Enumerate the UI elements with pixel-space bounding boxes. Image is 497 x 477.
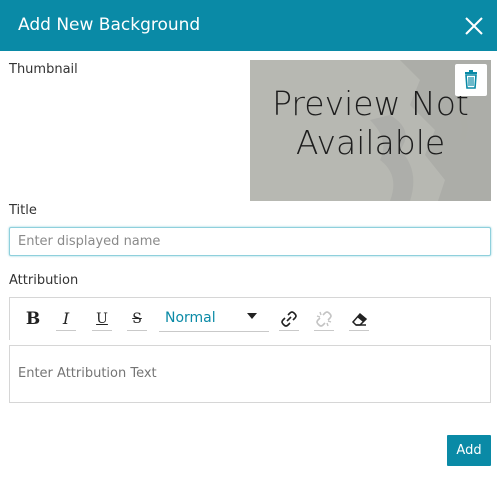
bold-button[interactable]: B — [19, 307, 47, 331]
title-label: Title — [9, 203, 37, 218]
add-background-dialog: Add New Background Thumbnail Preview Not… — [0, 0, 497, 477]
unlink-button[interactable] — [310, 307, 338, 331]
dialog-title: Add New Background — [18, 15, 201, 35]
attribution-editor[interactable] — [9, 345, 491, 403]
italic-button[interactable]: I — [52, 307, 80, 331]
strikethrough-button[interactable]: S — [123, 307, 151, 331]
link-button[interactable] — [275, 307, 303, 331]
attribution-toolbar: B I U S Normal — [9, 297, 491, 340]
bold-icon: B — [25, 309, 41, 329]
preview-text-line2: Available — [295, 123, 446, 162]
clear-format-button[interactable] — [345, 307, 373, 331]
title-input[interactable] — [9, 227, 491, 256]
attribution-label: Attribution — [9, 273, 79, 288]
chevron-down-icon — [247, 313, 257, 319]
add-button[interactable]: Add — [447, 435, 491, 466]
delete-thumbnail-button[interactable] — [455, 64, 487, 96]
italic-icon: I — [62, 309, 70, 328]
link-icon — [281, 311, 297, 327]
close-button[interactable] — [462, 14, 486, 38]
text-format-value: Normal — [165, 310, 216, 326]
unlink-icon — [316, 311, 332, 327]
close-icon — [465, 17, 483, 35]
trash-icon — [465, 70, 477, 89]
eraser-icon — [351, 312, 368, 326]
underline-icon: U — [96, 311, 108, 327]
thumbnail-label: Thumbnail — [9, 62, 78, 77]
dialog-header: Add New Background — [0, 0, 497, 51]
underline-button[interactable]: U — [88, 307, 116, 331]
text-format-select[interactable]: Normal — [159, 304, 269, 332]
strikethrough-icon: S — [132, 311, 142, 327]
